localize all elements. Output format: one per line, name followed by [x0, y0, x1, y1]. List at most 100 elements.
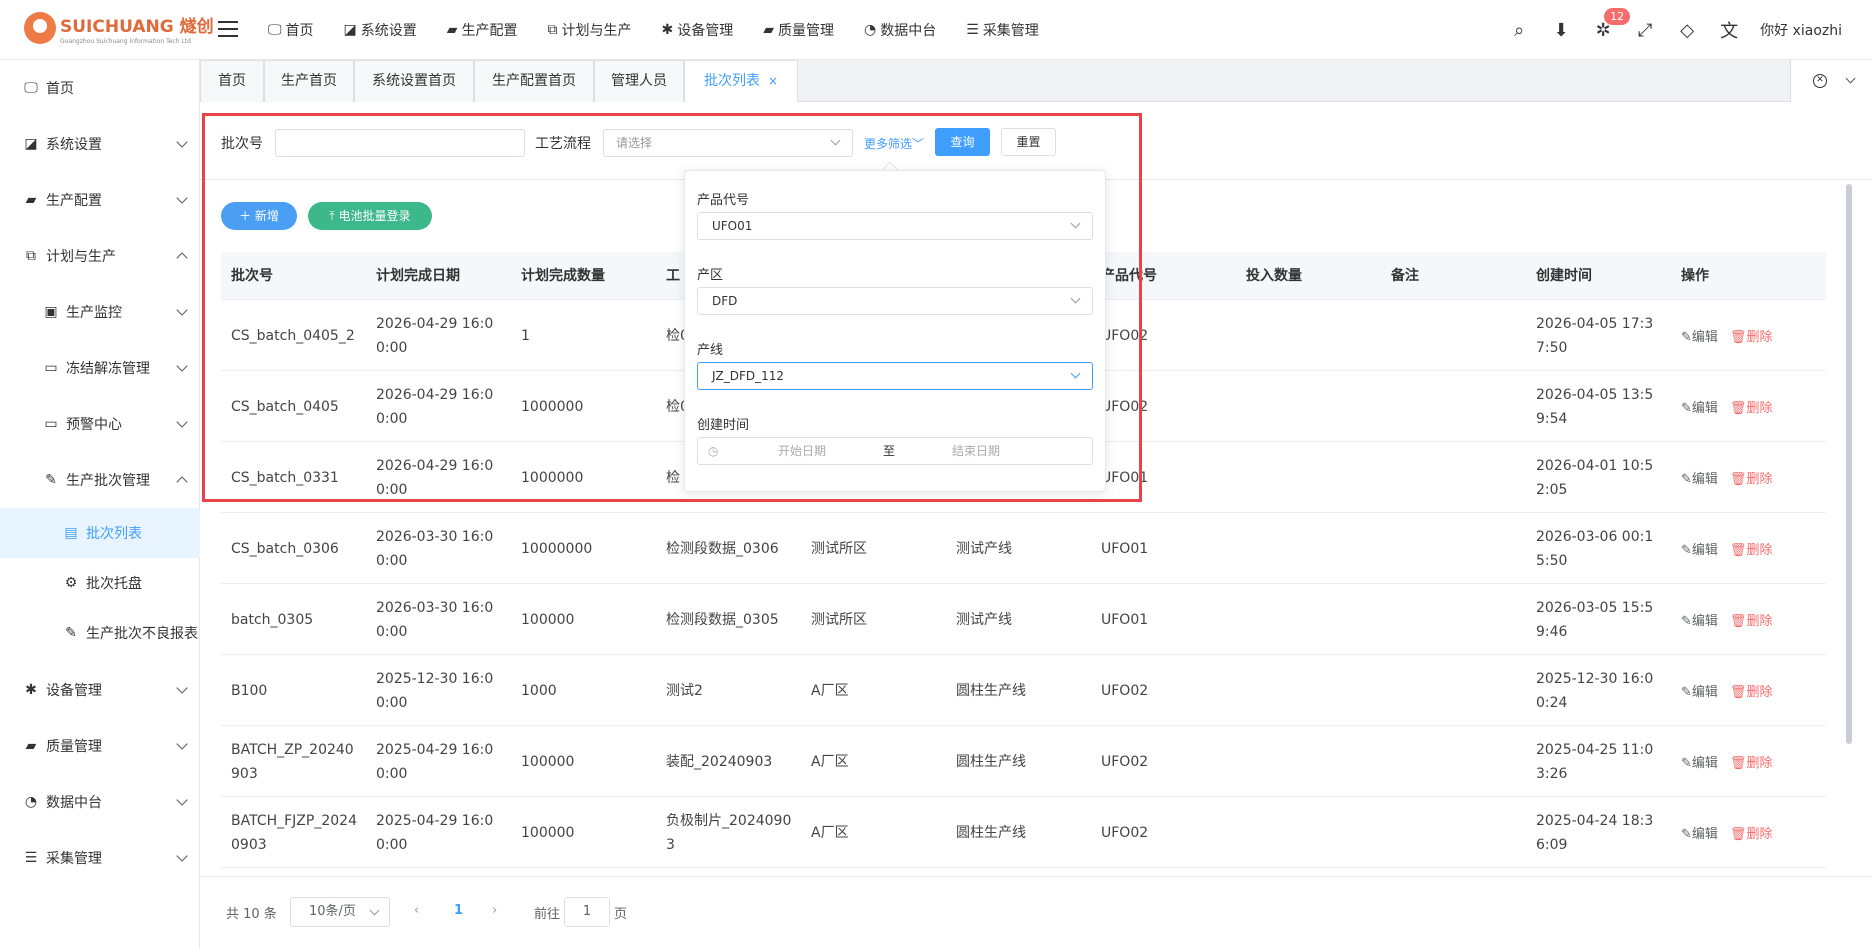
battery-batch-login-button[interactable]: ⤒ 电池批量登录: [308, 202, 432, 230]
sidebar-item-equipment[interactable]: ✱ 设备管理: [0, 662, 200, 718]
trash-icon: 🗑: [1729, 756, 1747, 771]
sidebar-item-planning[interactable]: ⧉ 计划与生产: [0, 228, 200, 284]
sidebar-item-production-config[interactable]: ▰ 生产配置: [0, 172, 200, 228]
table-cell: 10000000: [521, 540, 593, 557]
download-icon[interactable]: ⬇: [1540, 20, 1582, 41]
tab-4[interactable]: 管理人员: [594, 60, 684, 102]
topnav-item-7[interactable]: ☰ 采集管理: [966, 20, 1039, 40]
topnav-item-1[interactable]: ◪ 系统设置: [344, 20, 417, 40]
menu-toggle-icon[interactable]: [218, 18, 238, 40]
tab-0[interactable]: 首页: [200, 60, 264, 102]
column-header-7: 投入数量: [1246, 268, 1302, 284]
query-button[interactable]: 查询: [935, 128, 990, 156]
sidebar-item-batch-tray[interactable]: ⚙ 批次托盘: [0, 558, 200, 608]
prev-page-icon[interactable]: ‹: [414, 903, 419, 918]
close-icon[interactable]: ×: [768, 74, 778, 88]
table-cell: UFO01: [1101, 469, 1149, 486]
edit-button[interactable]: ✎编辑: [1681, 681, 1718, 700]
delete-button[interactable]: 🗑删除: [1730, 468, 1773, 487]
delete-button[interactable]: 🗑删除: [1730, 326, 1773, 345]
user-greeting[interactable]: 你好 xiaozhi: [1760, 20, 1842, 40]
table-cell: 测试2: [666, 682, 703, 699]
edit-button[interactable]: ✎编辑: [1681, 610, 1718, 629]
sidebar-item-data-center[interactable]: ◔ 数据中台: [0, 774, 200, 830]
sidebar-item-quality[interactable]: ▰ 质量管理: [0, 718, 200, 774]
table-scrollbar[interactable]: [1846, 184, 1852, 744]
tab-1[interactable]: 生产首页: [264, 60, 354, 102]
goto-page-input[interactable]: 1: [564, 897, 610, 927]
delete-button[interactable]: 🗑删除: [1730, 539, 1773, 558]
tab-5[interactable]: 批次列表 ×: [684, 60, 798, 102]
topnav-item-3[interactable]: ⧉ 计划与生产: [548, 20, 632, 40]
delete-button[interactable]: 🗑删除: [1730, 397, 1773, 416]
sidebar-item-home[interactable]: 🖵 首页: [0, 60, 200, 116]
table-row: CS_batch_0306 2026-03-30 16:00:00 10000000…: [221, 513, 1826, 584]
table-cell: 1: [521, 327, 530, 344]
topnav-label: 质量管理: [778, 23, 835, 39]
logo-subtitle: Guangzhou Suichuang Information Tech Ltd: [60, 37, 191, 45]
sidebar-item-defect-report[interactable]: ✎ 生产批次不良报表: [0, 608, 200, 658]
goto-suffix: 页: [614, 907, 628, 922]
line-select[interactable]: JZ_DFD_112: [697, 362, 1093, 390]
sidebar-item-label: 生产配置: [46, 193, 102, 209]
process-select[interactable]: 请选择: [603, 129, 853, 157]
topnav-item-0[interactable]: 🖵 首页: [268, 20, 314, 40]
edit-button[interactable]: ✎编辑: [1681, 539, 1718, 558]
next-page-icon[interactable]: ›: [492, 903, 497, 918]
edit-button[interactable]: ✎编辑: [1681, 752, 1718, 771]
column-header-1: 计划完成日期: [376, 268, 460, 284]
sidebar-item-system-settings[interactable]: ◪ 系统设置: [0, 116, 200, 172]
topnav-item-5[interactable]: ▰ 质量管理: [763, 20, 834, 40]
diamond-icon[interactable]: ◇: [1666, 20, 1708, 41]
briefcase-icon: ▰: [446, 22, 458, 38]
chevron-up-icon: [176, 476, 188, 488]
edit-icon: ✎: [1681, 756, 1692, 771]
edit-button[interactable]: ✎编辑: [1681, 823, 1718, 842]
bug-icon[interactable]: ✲ 12: [1582, 7, 1631, 41]
table-cell: 100000: [521, 753, 575, 770]
reset-button[interactable]: 重置: [1001, 128, 1056, 156]
chevron-up-icon: [176, 252, 188, 264]
sidebar-item-monitoring[interactable]: ▣ 生产监控: [0, 284, 200, 340]
sidebar-item-batch-mgmt[interactable]: ✎ 生产批次管理: [0, 452, 200, 508]
area-select[interactable]: DFD: [697, 287, 1093, 315]
topnav-item-2[interactable]: ▰ 生产配置: [447, 20, 518, 40]
page-size-select[interactable]: 10条/页: [290, 897, 390, 927]
sidebar-item-batch-list[interactable]: ▤ 批次列表: [0, 508, 200, 558]
language-icon[interactable]: 文: [1708, 17, 1750, 43]
edit-button[interactable]: ✎编辑: [1681, 397, 1718, 416]
created-time-label: 创建时间: [697, 418, 750, 433]
delete-button[interactable]: 🗑删除: [1730, 681, 1773, 700]
delete-button[interactable]: 🗑删除: [1730, 823, 1773, 842]
chevron-down-icon[interactable]: [1845, 73, 1856, 84]
more-filters-link[interactable]: 更多筛选﹀: [864, 135, 924, 152]
end-date-input[interactable]: 结束日期: [952, 438, 1000, 464]
sidebar-item-collection[interactable]: ☰ 采集管理: [0, 830, 200, 886]
topnav-item-6[interactable]: ◔ 数据中台: [864, 20, 936, 40]
edit-icon: ✎: [1681, 685, 1692, 700]
edit-button[interactable]: ✎编辑: [1681, 468, 1718, 487]
edit-icon: ✎: [1681, 614, 1692, 629]
add-button[interactable]: ＋ 新增: [221, 202, 297, 230]
tab-3[interactable]: 生产配置首页: [474, 60, 594, 102]
sidebar-item-freeze[interactable]: ▭ 冻结解冻管理: [0, 340, 200, 396]
tab-actions[interactable]: ✕: [1790, 60, 1872, 102]
more-filters-popover: 产品代号 UFO01 产区 DFD 产线 JZ_DFD_112 创建时间 ◷ 开…: [684, 170, 1106, 492]
tab-label: 批次列表: [703, 73, 760, 89]
topnav-item-4[interactable]: ✱ 设备管理: [662, 20, 734, 40]
sidebar-item-warning[interactable]: ▭ 预警中心: [0, 396, 200, 452]
tab-2[interactable]: 系统设置首页: [354, 60, 474, 102]
brand-logo[interactable]: SUICHUANG 燧创 Guangzhou Suichuang Informa…: [24, 10, 214, 46]
created-date-range[interactable]: ◷ 开始日期 至 结束日期: [697, 437, 1093, 465]
product-code-select[interactable]: UFO01: [697, 212, 1093, 240]
fullscreen-icon[interactable]: ⤢: [1624, 20, 1666, 41]
delete-button[interactable]: 🗑删除: [1730, 752, 1773, 771]
edit-button[interactable]: ✎编辑: [1681, 326, 1718, 345]
start-date-input[interactable]: 开始日期: [778, 438, 826, 464]
batch-number-input[interactable]: [275, 129, 525, 157]
search-icon[interactable]: ⌕: [1498, 20, 1540, 41]
sidebar-item-label: 生产批次管理: [66, 473, 150, 489]
close-all-icon[interactable]: ✕: [1813, 74, 1827, 88]
delete-button[interactable]: 🗑删除: [1730, 610, 1773, 629]
current-page[interactable]: 1: [454, 903, 463, 918]
